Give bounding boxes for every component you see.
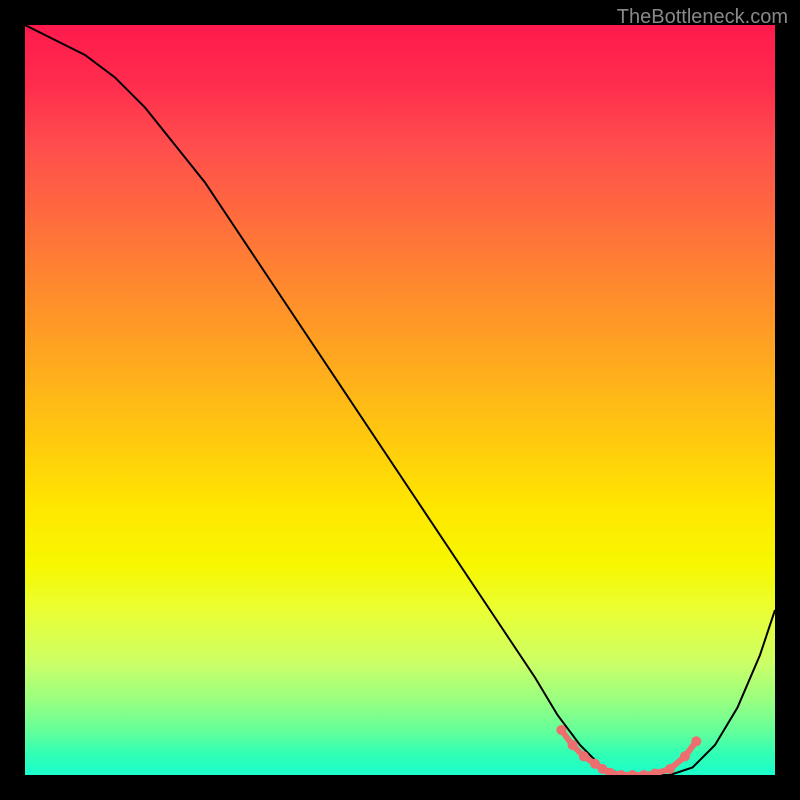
marker-dot xyxy=(680,751,690,761)
optimal-range-markers xyxy=(556,725,701,775)
marker-dot xyxy=(556,725,566,735)
chart-plot-area xyxy=(25,25,775,775)
marker-dot xyxy=(579,751,589,761)
marker-dot xyxy=(639,770,649,775)
marker-dot xyxy=(590,759,600,769)
optimal-range-segment xyxy=(561,730,696,775)
marker-dot xyxy=(628,770,638,775)
marker-dot xyxy=(598,764,608,774)
marker-dot xyxy=(650,769,660,776)
marker-dot xyxy=(568,740,578,750)
marker-dot xyxy=(691,736,701,746)
chart-svg xyxy=(25,25,775,775)
watermark-text: TheBottleneck.com xyxy=(617,6,788,29)
bottleneck-curve xyxy=(25,25,775,775)
marker-dot xyxy=(665,764,675,774)
marker-dot xyxy=(616,770,626,775)
marker-dot xyxy=(605,768,615,775)
